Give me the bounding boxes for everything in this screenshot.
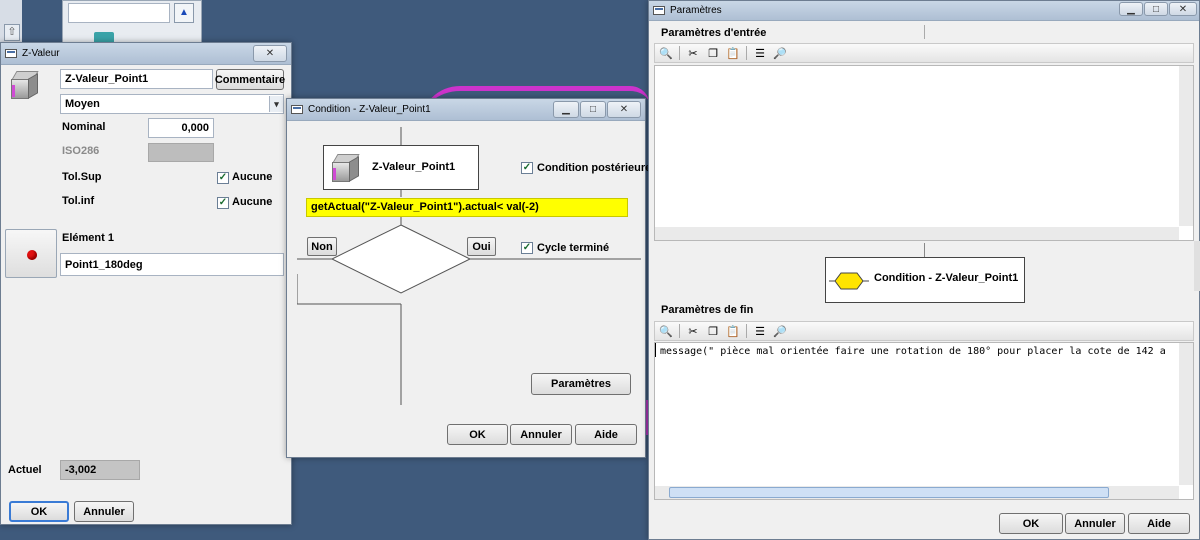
actual-label: Actuel bbox=[8, 464, 42, 476]
scroll-thumb[interactable] bbox=[669, 487, 1109, 498]
list-icon[interactable]: ☰ bbox=[753, 47, 767, 60]
condition-cancel-button[interactable]: Annuler bbox=[510, 424, 572, 445]
condition-node[interactable]: Condition - Z-Valeur_Point1 bbox=[825, 257, 1025, 303]
binoculars-icon[interactable]: 🔍 bbox=[659, 47, 673, 60]
parameters-button[interactable]: Paramètres bbox=[531, 373, 631, 395]
flow-connector-line bbox=[924, 243, 925, 257]
flow-node-label: Z-Valeur_Point1 bbox=[372, 161, 456, 173]
tolsup-none-label: Aucune bbox=[232, 171, 273, 183]
no-branch-button[interactable]: Non bbox=[307, 237, 337, 256]
parametres-title: Paramètres bbox=[670, 5, 722, 16]
element-label: Elément 1 bbox=[62, 232, 114, 244]
scroll-up-icon[interactable]: ▲ bbox=[174, 3, 194, 23]
condition-hexagon-icon bbox=[829, 272, 869, 290]
paste-icon[interactable]: 📋 bbox=[726, 47, 740, 60]
maximize-icon[interactable]: □ bbox=[1144, 2, 1168, 16]
cut-icon[interactable]: ✂ bbox=[686, 325, 700, 338]
post-condition-checkbox[interactable]: ✓ bbox=[521, 162, 533, 174]
measure-cube-icon bbox=[332, 154, 360, 184]
close-icon[interactable]: ✕ bbox=[607, 101, 641, 118]
background-field bbox=[68, 3, 170, 23]
zvaleur-window: Z-Valeur ✕ Z-Valeur_Point1 Commentaire M… bbox=[0, 42, 292, 525]
right-divider bbox=[1194, 241, 1200, 291]
condition-help-button[interactable]: Aide bbox=[575, 424, 637, 445]
tolsup-checkbox[interactable]: ✓ bbox=[217, 172, 229, 184]
condition-title: Condition - Z-Valeur_Point1 bbox=[308, 104, 431, 115]
cycle-done-label: Cycle terminé bbox=[537, 242, 610, 254]
input-horizontal-scrollbar[interactable] bbox=[655, 227, 1179, 240]
maximize-icon[interactable]: □ bbox=[580, 101, 606, 118]
parametres-titlebar: Paramètres bbox=[649, 1, 1199, 21]
measure-cube-icon bbox=[11, 71, 39, 101]
tolinf-label: Tol.inf bbox=[62, 195, 95, 207]
end-params-heading: Paramètres de fin bbox=[661, 304, 754, 316]
minimize-icon[interactable]: ▁ bbox=[553, 101, 579, 118]
nominal-field[interactable]: 0,000 bbox=[148, 118, 214, 138]
input-toolbar: 🔍 ✂ ❐ 📋 ☰ 🔎 bbox=[654, 43, 1194, 63]
toolbar-separator bbox=[746, 46, 747, 60]
zvaleur-cancel-button[interactable]: Annuler bbox=[74, 501, 134, 522]
paste-icon[interactable]: 📋 bbox=[726, 325, 740, 338]
actual-value-field: -3,002 bbox=[60, 460, 140, 480]
window-icon bbox=[653, 6, 665, 15]
input-heading-divider bbox=[924, 25, 925, 39]
iso286-label: ISO286 bbox=[62, 145, 100, 157]
close-icon[interactable]: ✕ bbox=[1169, 2, 1197, 16]
end-toolbar: 🔍 ✂ ❐ 📋 ☰ 🔎 bbox=[654, 321, 1194, 341]
toolbar-separator bbox=[679, 324, 680, 338]
post-condition-label: Condition postérieure bbox=[537, 162, 652, 174]
list-icon[interactable]: ☰ bbox=[753, 325, 767, 338]
input-params-heading: Paramètres d'entrée bbox=[661, 27, 767, 39]
parametres-ok-button[interactable]: OK bbox=[999, 513, 1063, 534]
tolsup-label: Tol.Sup bbox=[62, 171, 102, 183]
zoom-icon[interactable]: 🔎 bbox=[773, 325, 787, 338]
tolinf-none-label: Aucune bbox=[232, 196, 273, 208]
expression-field[interactable]: getActual("Z-Valeur_Point1").actual< val… bbox=[306, 198, 628, 217]
end-code-line: message(" pièce mal orientée faire une r… bbox=[655, 343, 1193, 357]
input-params-editor[interactable] bbox=[654, 65, 1194, 241]
binoculars-icon[interactable]: 🔍 bbox=[659, 325, 673, 338]
copy-icon[interactable]: ❐ bbox=[706, 325, 720, 338]
tolinf-checkbox[interactable]: ✓ bbox=[217, 197, 229, 209]
copy-icon[interactable]: ❐ bbox=[706, 47, 720, 60]
condition-node-label: Condition - Z-Valeur_Point1 bbox=[874, 272, 1019, 284]
type-select[interactable]: Moyen ▾ bbox=[60, 94, 284, 114]
flow-node-measure[interactable]: Z-Valeur_Point1 bbox=[323, 145, 479, 190]
point-element-button[interactable] bbox=[5, 229, 57, 278]
yes-branch-button[interactable]: Oui bbox=[467, 237, 496, 256]
minimize-icon[interactable]: ▁ bbox=[1119, 2, 1143, 16]
element-name-field[interactable]: Z-Valeur_Point1 bbox=[60, 69, 213, 89]
type-select-value: Moyen bbox=[65, 98, 100, 110]
zvaleur-ok-button[interactable]: OK bbox=[9, 501, 69, 522]
up-arrow-button[interactable]: ⇧ bbox=[4, 24, 20, 41]
red-point-icon bbox=[27, 250, 37, 260]
end-vertical-scrollbar[interactable] bbox=[1179, 343, 1193, 485]
cycle-done-checkbox[interactable]: ✓ bbox=[521, 242, 533, 254]
cut-icon[interactable]: ✂ bbox=[686, 47, 700, 60]
zoom-icon[interactable]: 🔎 bbox=[773, 47, 787, 60]
end-params-editor[interactable]: message(" pièce mal orientée faire une r… bbox=[654, 342, 1194, 500]
iso286-field bbox=[148, 143, 214, 162]
end-horizontal-scrollbar[interactable] bbox=[655, 486, 1179, 499]
toolbar-separator bbox=[746, 324, 747, 338]
condition-ok-button[interactable]: OK bbox=[447, 424, 508, 445]
window-icon bbox=[5, 49, 17, 58]
comment-button[interactable]: Commentaire bbox=[215, 69, 285, 90]
parametres-cancel-button[interactable]: Annuler bbox=[1065, 513, 1125, 534]
parametres-window: Paramètres ▁ □ ✕ Paramètres d'entrée 🔍 ✂… bbox=[648, 0, 1200, 540]
zvaleur-titlebar: Z-Valeur bbox=[1, 43, 291, 65]
zvaleur-title: Z-Valeur bbox=[22, 48, 60, 59]
toolbar-separator bbox=[679, 46, 680, 60]
parametres-help-button[interactable]: Aide bbox=[1128, 513, 1190, 534]
close-icon[interactable]: ✕ bbox=[253, 45, 287, 62]
nominal-label: Nominal bbox=[62, 121, 106, 133]
condition-window: Condition - Z-Valeur_Point1 ▁ □ ✕ Z-Vale… bbox=[286, 98, 651, 458]
element-point-field[interactable]: Point1_180deg bbox=[60, 253, 284, 276]
chevron-down-icon[interactable]: ▾ bbox=[269, 96, 283, 112]
input-vertical-scrollbar[interactable] bbox=[1179, 66, 1193, 226]
window-icon bbox=[291, 105, 303, 114]
